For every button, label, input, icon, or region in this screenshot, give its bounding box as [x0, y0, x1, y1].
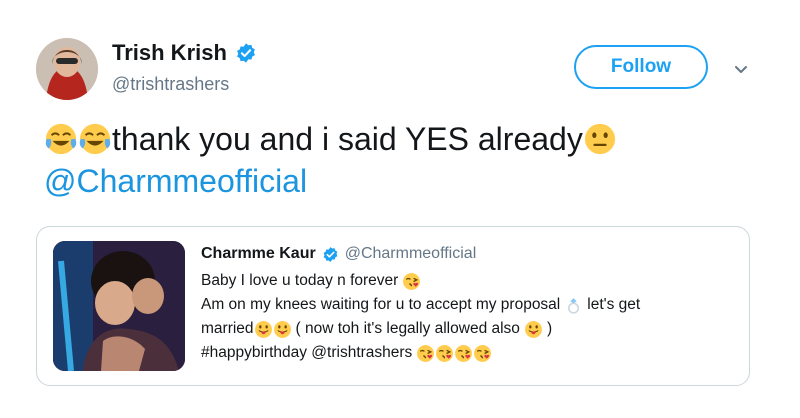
tears-of-joy-emoji-icon [44, 122, 78, 156]
quoted-tweet-card[interactable]: Charmme Kaur @Charmmeofficial Baby I lov… [36, 226, 750, 386]
tongue-out-emoji-icon [254, 320, 273, 339]
quoted-line-1: Baby I love u today n forever [201, 269, 741, 293]
quoted-text-3a: married [201, 320, 254, 337]
tweet-mention-link[interactable]: @Charmmeofficial [44, 160, 307, 202]
kissing-face-emoji-icon [435, 344, 454, 363]
verified-badge-icon [235, 42, 257, 64]
quoted-author-name[interactable]: Charmme Kaur [201, 245, 316, 263]
quoted-text-4: #happybirthday @trishtrashers [201, 344, 413, 361]
quoted-line-3: married ( now toh it's legally allowed a… [201, 317, 741, 341]
tweet-line-1: thank you and i said YES already [44, 118, 764, 160]
quoted-text-2b: let's get [587, 296, 641, 313]
tweet-line-2: @Charmmeofficial [44, 160, 764, 202]
quoted-line-4: #happybirthday @trishtrashers [201, 341, 741, 365]
quoted-tweet-text: Baby I love u today n forever Am on my k… [201, 269, 741, 365]
tweet-text: thank you and i said YES already @Charmm… [44, 118, 764, 202]
author-handle[interactable]: @trishtrashers [112, 74, 229, 95]
tongue-out-emoji-icon [273, 320, 292, 339]
quoted-tweet-header: Charmme Kaur @Charmmeofficial [201, 245, 476, 263]
tongue-out-emoji-icon [524, 320, 543, 339]
author-name[interactable]: Trish Krish [112, 40, 227, 66]
quoted-text-3c: ) [546, 320, 553, 337]
author-avatar[interactable] [36, 38, 98, 100]
kissing-face-emoji-icon [473, 344, 492, 363]
kissing-face-emoji-icon [402, 272, 421, 291]
quoted-tweet-photo[interactable] [53, 241, 185, 371]
quoted-author-handle[interactable]: @Charmmeofficial [345, 245, 477, 263]
chevron-down-icon[interactable] [732, 60, 750, 78]
quoted-line-2: Am on my knees waiting for u to accept m… [201, 293, 741, 317]
tears-of-joy-emoji-icon [78, 122, 112, 156]
verified-badge-icon [322, 246, 339, 263]
quoted-text-1: Baby I love u today n forever [201, 272, 399, 289]
author-name-row[interactable]: Trish Krish [112, 40, 257, 66]
kissing-face-emoji-icon [416, 344, 435, 363]
ring-emoji-icon [564, 296, 583, 315]
kissing-face-emoji-icon [454, 344, 473, 363]
quoted-text-2a: Am on my knees waiting for u to accept m… [201, 296, 561, 313]
neutral-face-emoji-icon [583, 122, 617, 156]
tweet-text-line-1: thank you and i said YES already [112, 121, 583, 157]
follow-button[interactable]: Follow [574, 45, 708, 89]
quoted-text-3b: ( now toh it's legally allowed also [295, 320, 520, 337]
